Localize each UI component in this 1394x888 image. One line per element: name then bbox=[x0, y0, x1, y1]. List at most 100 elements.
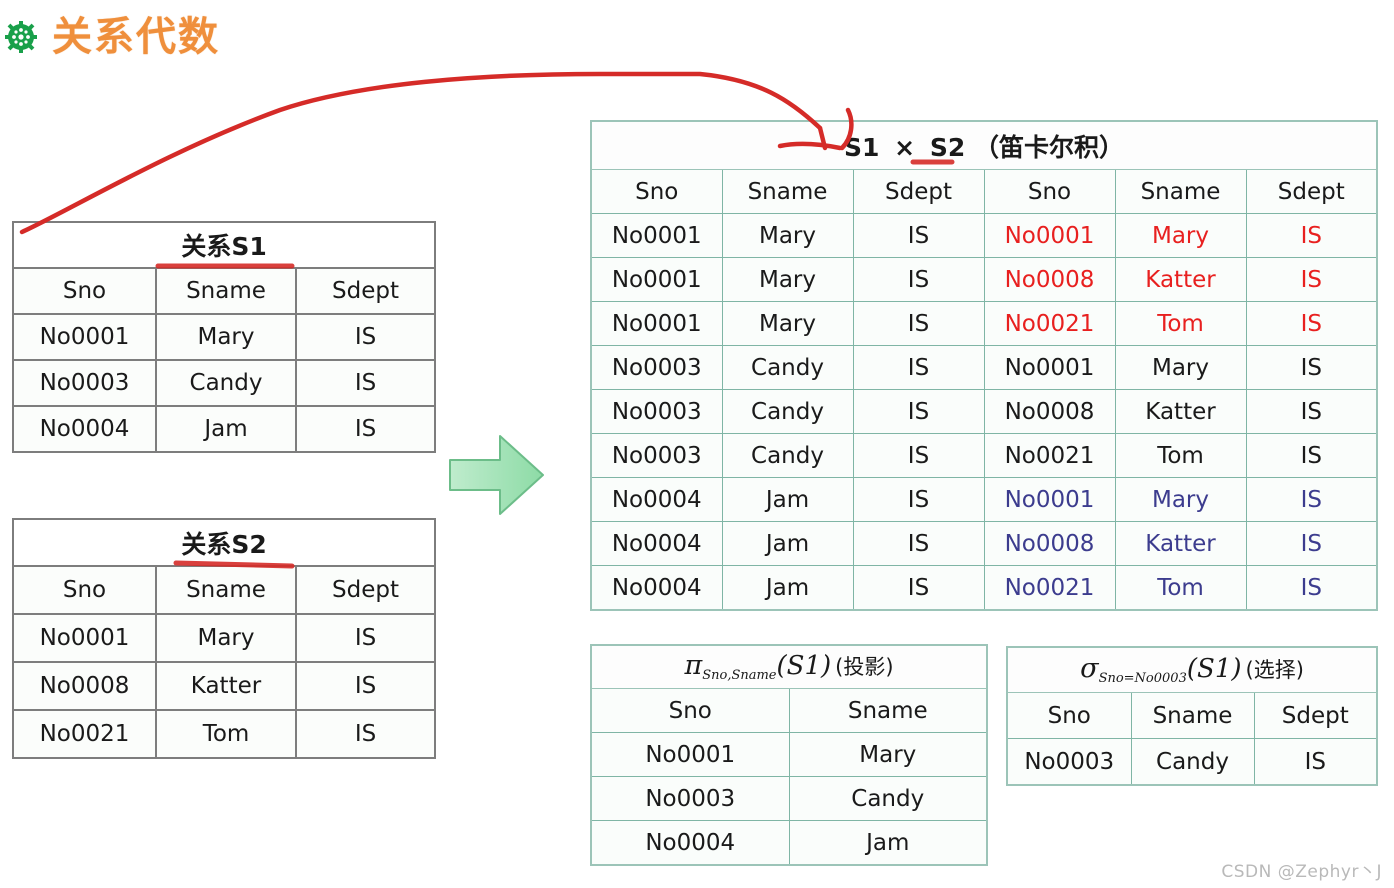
table-caption-row: S1 × S2 （笛卡尔积） bbox=[591, 121, 1378, 170]
cell-sname: Mary bbox=[155, 613, 297, 663]
cell-sname-1: Mary bbox=[721, 213, 854, 258]
cell-sdept-2: IS bbox=[1245, 257, 1378, 302]
column-header-sname: Sname bbox=[155, 565, 297, 615]
caption-note: (选择) bbox=[1245, 658, 1304, 682]
caption-operator-sigma: σ bbox=[1080, 653, 1099, 684]
table-projection-caption-cell: πSno,Sname(S1) (投影) bbox=[591, 645, 988, 689]
cell-sno: No0003 bbox=[1006, 738, 1132, 786]
cell-sname-1: Jam bbox=[721, 521, 854, 566]
table-header-row: Sno Sname bbox=[590, 688, 988, 733]
cell-sdept-2: IS bbox=[1245, 389, 1378, 434]
cell-sname: Candy bbox=[788, 776, 988, 821]
cell-sno: No0001 bbox=[12, 613, 157, 663]
caption-left-operand: S1 bbox=[844, 132, 880, 162]
table-row: No0003 Candy IS bbox=[1006, 738, 1378, 786]
table-relation-s2: 关系S2 Sno Sname Sdept No0001 Mary IS No00… bbox=[12, 518, 437, 759]
cell-sno-2: No0008 bbox=[983, 389, 1116, 434]
caption-note: (投影) bbox=[835, 655, 894, 679]
table-row: No0001 Mary IS bbox=[12, 613, 437, 663]
table-row: No0004 Jam IS No0021 Tom IS bbox=[590, 565, 1378, 611]
cell-sno: No0003 bbox=[590, 776, 790, 821]
table-row: No0004 Jam IS No0008 Katter IS bbox=[590, 521, 1378, 566]
column-header-sno: Sno bbox=[12, 267, 157, 315]
table-header-row: Sno Sname Sdept Sno Sname Sdept bbox=[590, 169, 1378, 214]
cell-sno: No0001 bbox=[590, 732, 790, 777]
caption-subscript: Sno,Sname bbox=[702, 668, 777, 683]
caption-right-operand: S2 bbox=[929, 132, 966, 162]
cell-sno-1: No0001 bbox=[590, 257, 723, 302]
table-projection-caption: πSno,Sname(S1) (投影) bbox=[684, 650, 894, 683]
table-header-row: Sno Sname Sdept bbox=[1006, 692, 1378, 739]
column-header-sdept: Sdept bbox=[294, 267, 437, 315]
cell-sname-1: Jam bbox=[721, 477, 854, 522]
column-header-sname: Sname bbox=[788, 688, 988, 733]
table-selection-caption: σSno=No0003(S1) (选择) bbox=[1080, 653, 1304, 686]
green-right-arrow-icon bbox=[449, 435, 544, 515]
table-row: No0008 Katter IS bbox=[12, 661, 437, 711]
cell-sno-2: No0008 bbox=[983, 521, 1116, 566]
cell-sdept-1: IS bbox=[852, 389, 985, 434]
cell-sdept-1: IS bbox=[852, 521, 985, 566]
cell-sname-2: Mary bbox=[1114, 345, 1247, 390]
cell-sno: No0021 bbox=[12, 709, 157, 759]
page-title: 关系代数 bbox=[0, 6, 520, 68]
column-header-sdept: Sdept bbox=[1253, 692, 1378, 739]
cell-sdept: IS bbox=[294, 313, 437, 361]
column-header-sname: Sname bbox=[155, 267, 297, 315]
cell-sname-2: Tom bbox=[1114, 565, 1247, 611]
table-row: No0001 Mary IS bbox=[12, 313, 437, 361]
table-row: No0003 Candy IS bbox=[12, 359, 437, 407]
column-header-sno: Sno bbox=[590, 688, 790, 733]
cell-sno-2: No0001 bbox=[983, 213, 1116, 258]
caption-operator-pi: π bbox=[684, 650, 703, 681]
cell-sno-1: No0001 bbox=[590, 301, 723, 346]
cell-sno: No0001 bbox=[12, 313, 157, 361]
table-header-row: Sno Sname Sdept bbox=[12, 565, 437, 615]
cell-sname-2: Tom bbox=[1114, 433, 1247, 478]
cell-sdept: IS bbox=[294, 405, 437, 453]
cell-sname: Jam bbox=[155, 405, 297, 453]
cell-sname: Jam bbox=[788, 820, 988, 866]
caption-argument: (S1) bbox=[776, 651, 832, 681]
cell-sname-1: Mary bbox=[721, 257, 854, 302]
column-header-sno-2: Sno bbox=[983, 169, 1116, 214]
table-selection-caption-cell: σSno=No0003(S1) (选择) bbox=[1007, 647, 1378, 693]
cell-sname-2: Mary bbox=[1114, 213, 1247, 258]
table-row: No0003 Candy IS No0008 Katter IS bbox=[590, 389, 1378, 434]
cell-sname-1: Jam bbox=[721, 565, 854, 611]
caption-subscript: Sno=No0003 bbox=[1098, 671, 1187, 686]
cell-sdept-1: IS bbox=[852, 477, 985, 522]
cell-sdept-2: IS bbox=[1245, 565, 1378, 611]
table-row: No0004 Jam IS No0001 Mary IS bbox=[590, 477, 1378, 522]
column-header-sname-2: Sname bbox=[1114, 169, 1247, 214]
column-header-sname: Sname bbox=[1130, 692, 1255, 739]
table-row: No0004 Jam bbox=[590, 820, 988, 866]
table-s1-caption-cell: 关系S1 bbox=[13, 222, 436, 269]
table-row: No0001 Mary IS No0001 Mary IS bbox=[590, 213, 1378, 258]
cell-sname: Mary bbox=[155, 313, 297, 361]
cell-sdept-1: IS bbox=[852, 345, 985, 390]
column-header-sno: Sno bbox=[12, 565, 157, 615]
cell-sname-2: Katter bbox=[1114, 257, 1247, 302]
cell-sdept-1: IS bbox=[852, 213, 985, 258]
cell-sname-2: Katter bbox=[1114, 389, 1247, 434]
table-s2-caption: 关系S2 bbox=[181, 529, 267, 559]
cell-sdept: IS bbox=[294, 613, 437, 663]
table-row: No0004 Jam IS bbox=[12, 405, 437, 453]
cell-sname-2: Tom bbox=[1114, 301, 1247, 346]
table-row: No0003 Candy IS No0021 Tom IS bbox=[590, 433, 1378, 478]
table-selection: σSno=No0003(S1) (选择) Sno Sname Sdept No00… bbox=[1006, 646, 1379, 786]
cell-sno-1: No0003 bbox=[590, 433, 723, 478]
cell-sno-1: No0004 bbox=[590, 565, 723, 611]
cell-sname-2: Mary bbox=[1114, 477, 1247, 522]
cell-sno-2: No0008 bbox=[983, 257, 1116, 302]
column-header-sno: Sno bbox=[1006, 692, 1132, 739]
cell-sdept-1: IS bbox=[852, 301, 985, 346]
cell-sno-2: No0021 bbox=[983, 565, 1116, 611]
caption-argument: (S1) bbox=[1186, 654, 1242, 684]
column-header-sdept: Sdept bbox=[294, 565, 437, 615]
cell-sdept: IS bbox=[1253, 738, 1378, 786]
column-header-sdept-1: Sdept bbox=[852, 169, 985, 214]
table-projection: πSno,Sname(S1) (投影) Sno Sname No0001 Mary… bbox=[590, 644, 989, 866]
cell-sname: Candy bbox=[1130, 738, 1255, 786]
